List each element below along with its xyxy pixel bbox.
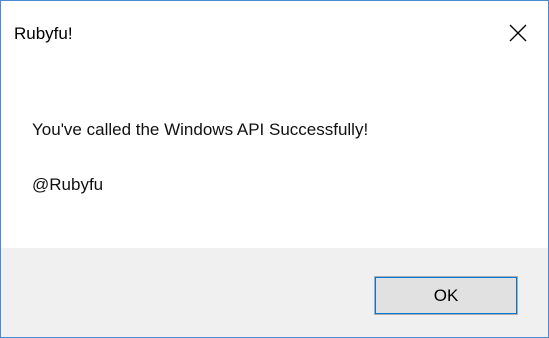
title-bar[interactable]: Rubyfu! <box>1 1 548 69</box>
message-handle-text: @Rubyfu <box>32 175 104 194</box>
message-text: You've called the Windows API Successful… <box>32 120 369 139</box>
message-box-dialog: Rubyfu! You've called the Windows API Su… <box>0 0 549 338</box>
message-area: You've called the Windows API Successful… <box>1 69 548 248</box>
close-button[interactable] <box>495 11 541 55</box>
window-title: Rubyfu! <box>14 24 73 43</box>
close-icon <box>509 24 527 42</box>
button-bar: OK <box>1 248 548 337</box>
ok-button[interactable]: OK <box>374 276 518 315</box>
